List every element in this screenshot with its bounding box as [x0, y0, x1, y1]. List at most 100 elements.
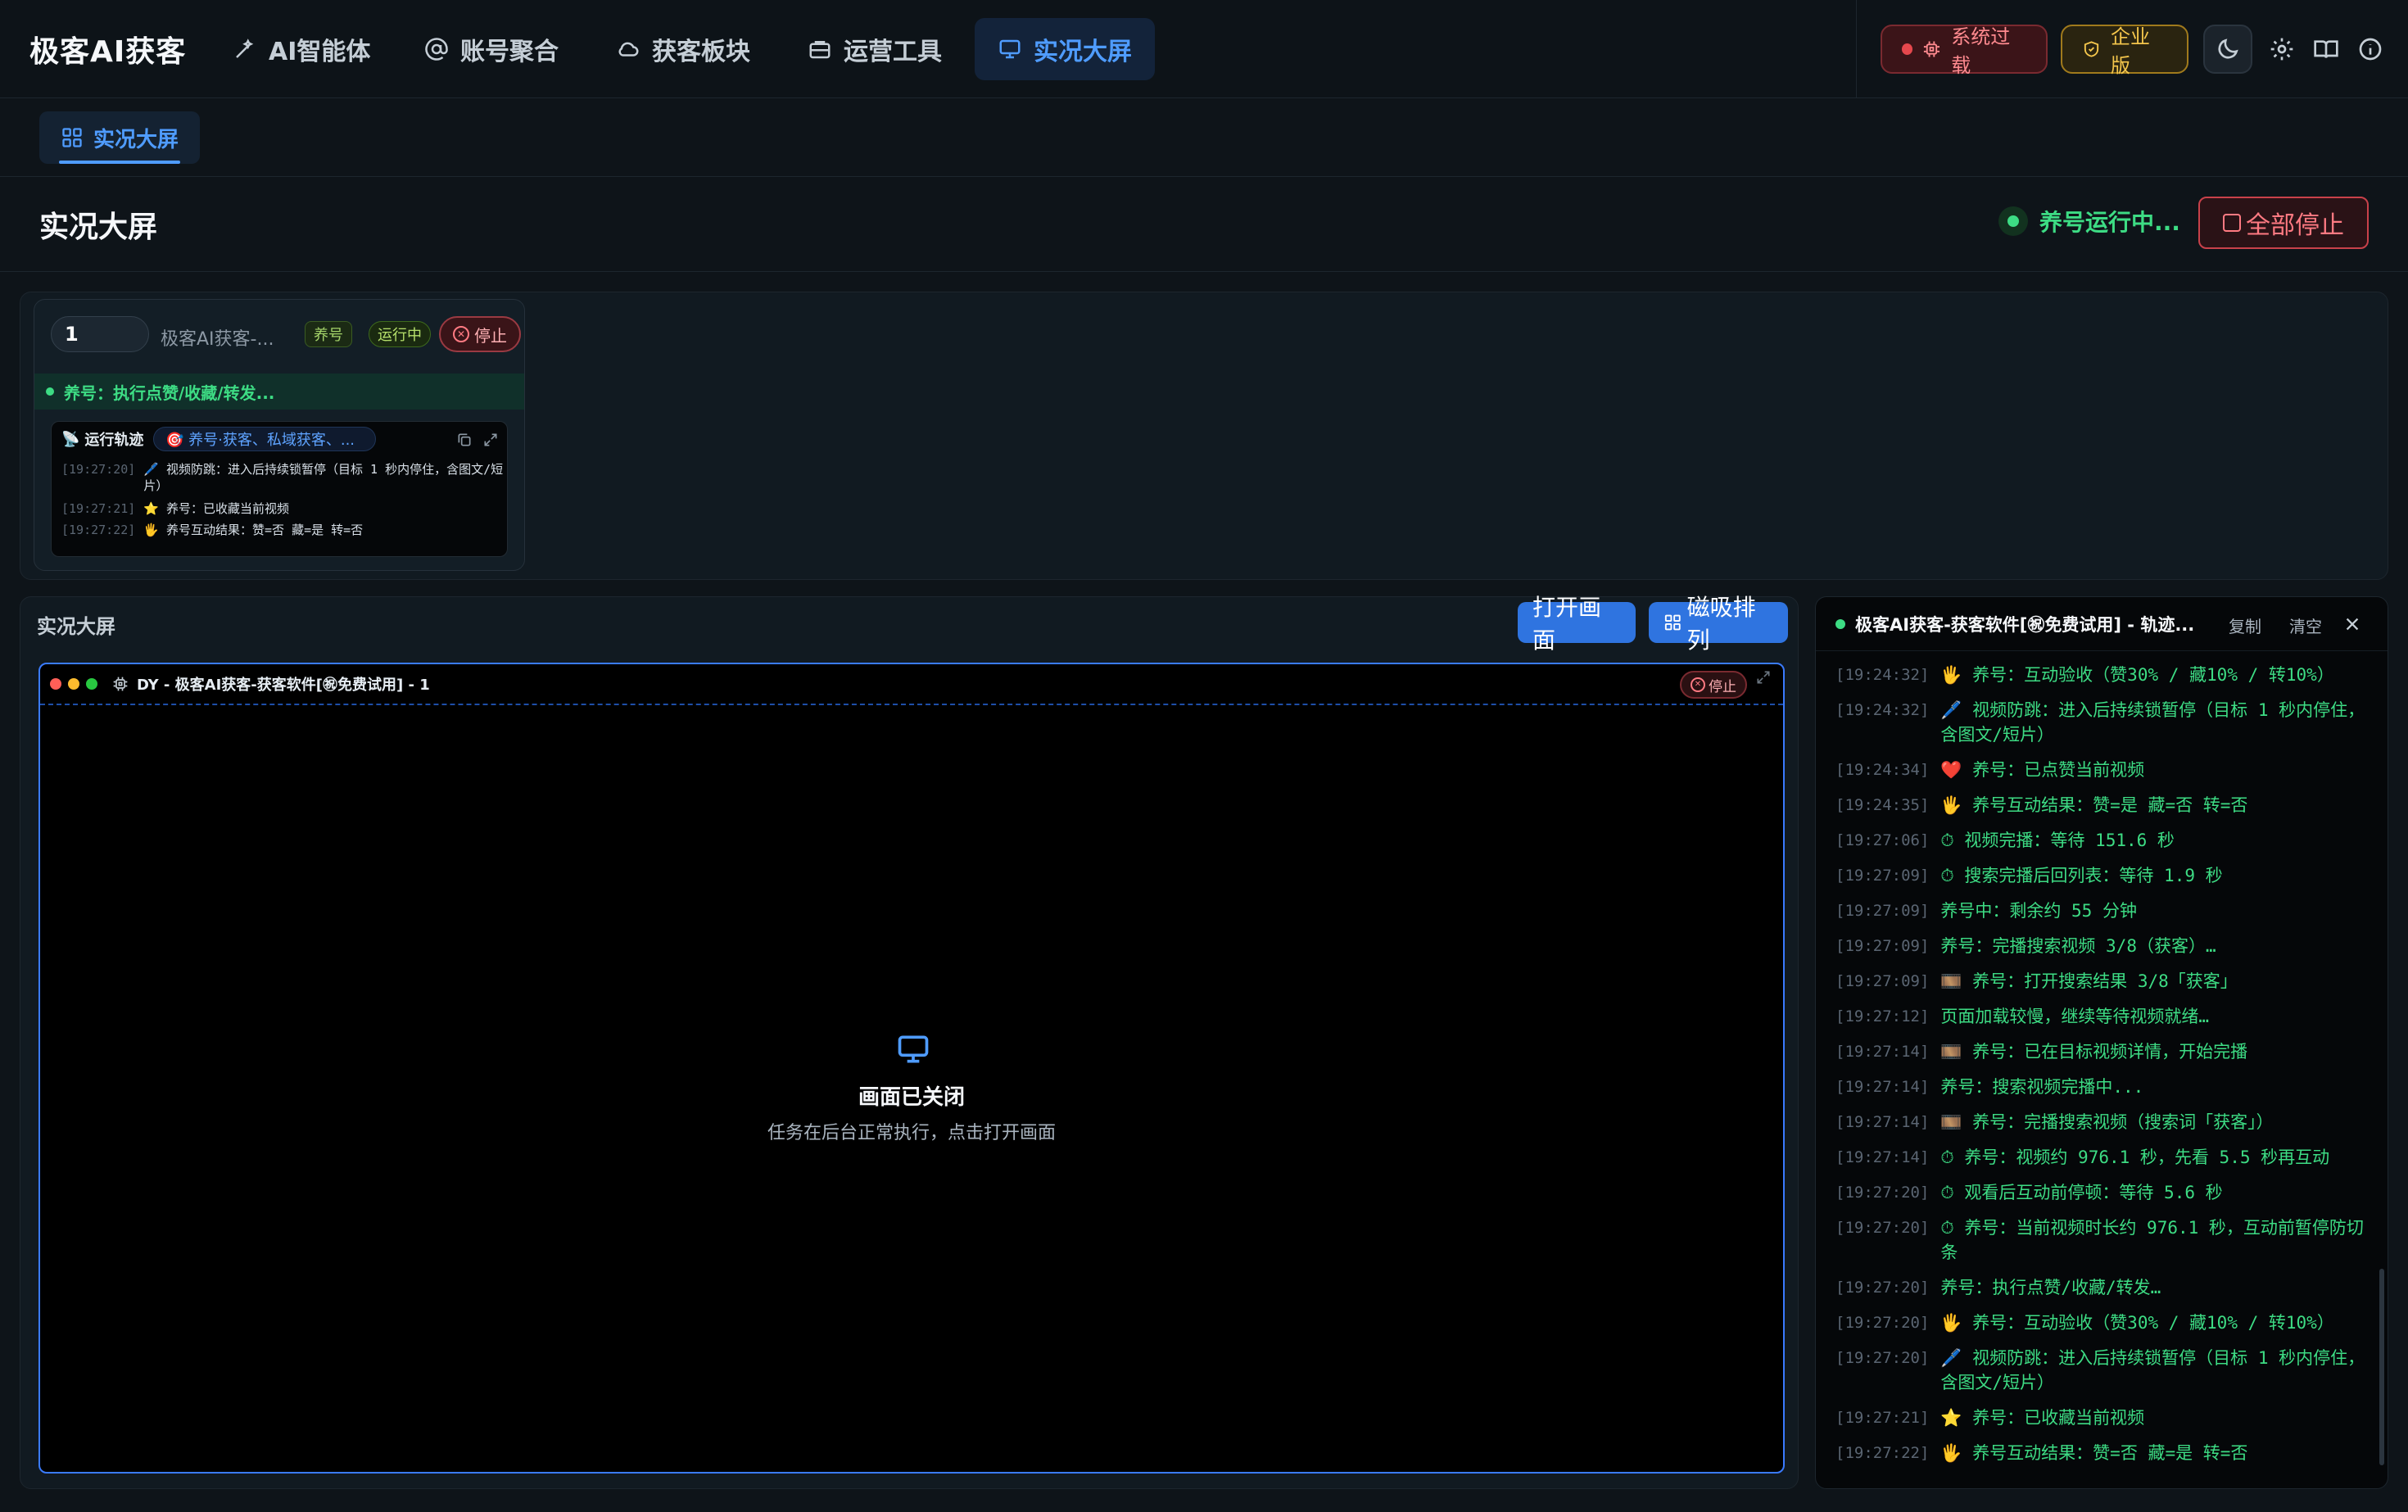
mode-tag: 养号 [305, 321, 352, 347]
log-message: 养号中：剩余约 55 分钟 [1940, 901, 2137, 921]
log-title: 极客AI获客-获客软件[㊗免费试用] - 轨迹... [1855, 614, 2195, 635]
screen-stop-button[interactable]: ✕ 停止 [1680, 671, 1747, 699]
log-timestamp: [19:27:09] [1835, 937, 1930, 955]
account-number-input[interactable]: 1 [51, 316, 149, 352]
chip-icon [113, 677, 128, 691]
log-line: [19:24:35] 🖐️ 养号互动结果：赞=是 藏=否 转=否 [1835, 793, 2376, 817]
log-line: [19:27:14] 养号：搜索视频完播中... [1835, 1075, 2376, 1099]
wand-icon [236, 38, 254, 58]
log-timestamp: [19:27:14] [1835, 1043, 1930, 1061]
close-circle-icon: ✕ [453, 326, 469, 342]
log-message: 🖐️ 养号互动结果：赞=是 藏=否 转=否 [1940, 795, 2248, 815]
nav-item-label: 获客板块 [652, 38, 750, 66]
log-message: 🎞️ 养号：已在目标视频详情，开始完播 [1940, 1042, 2248, 1062]
log-copy-button[interactable]: 复制 [2229, 613, 2261, 637]
account-card[interactable]: 1 极客AI获客-... 养号 运行中 ✕ 停止 养号：执行点赞/收藏/转发..… [34, 299, 525, 571]
stop-all-label: 全部停止 [2246, 211, 2344, 240]
cloud-icon [618, 42, 639, 57]
info-button[interactable] [2346, 25, 2395, 74]
log-timestamp: [19:27:09] [1835, 867, 1930, 885]
log-timestamp: [19:24:35] [1835, 796, 1930, 814]
log-message: 🎞️ 养号：完播搜索视频（搜索词「获客」） [1940, 1112, 2274, 1132]
window-maximize-dot[interactable] [86, 678, 97, 690]
log-message: 页面加载较慢，继续等待视频就绪… [1940, 1007, 2210, 1026]
log-scrollbar[interactable] [2379, 1269, 2384, 1465]
window-close-dot[interactable] [50, 678, 61, 690]
window-minimize-dot[interactable] [68, 678, 79, 690]
moon-icon [2218, 38, 2238, 59]
log-timestamp: [19:24:32] [1835, 701, 1930, 719]
trail-header: 📡 运行轨迹 [61, 428, 143, 450]
chip-icon [1924, 41, 1940, 57]
nav-item-accounts[interactable]: 账号聚合 [401, 18, 582, 80]
edition-label: 企业版 [2111, 25, 2150, 77]
trail-panel: 📡 运行轨迹 🎯 养号·获客、私域获客、... [19:27:20] 🖊️ 视频… [51, 421, 508, 557]
log-timestamp: [19:27:20] [1835, 1184, 1930, 1202]
tab-live-screen[interactable]: 实况大屏 [39, 111, 201, 164]
log-line: [19:27:22] 🖐️ 养号互动结果：赞=否 藏=是 转=否 [1835, 1441, 2376, 1465]
log-timestamp: [19:27:20] [1835, 1279, 1930, 1297]
system-status-badge[interactable]: 系统过载 [1881, 25, 2048, 77]
stop-all-button[interactable]: 全部停止 [2198, 197, 2369, 249]
nav-item-label: 实况大屏 [1034, 38, 1132, 66]
state-tag: 运行中 [369, 321, 431, 347]
brand-logo[interactable]: 极客AI获客 [29, 28, 186, 70]
snap-arrange-label: 磁吸排列 [1686, 594, 1756, 654]
screen-window[interactable]: DY - 极客AI获客-获客软件[㊗免费试用] - 1 ✕ 停止 画面已关闭 任… [38, 663, 1785, 1474]
page-title: 实况大屏 [39, 211, 158, 244]
trail-line: [19:27:22] 🖐️ 养号互动结果：赞=否 藏=是 转=否 [61, 523, 364, 537]
log-line: [19:27:09] 养号：完播搜索视频 3/8（获客）… [1835, 934, 2376, 958]
log-timestamp: [19:27:14] [1835, 1148, 1930, 1166]
nav-item-label: 账号聚合 [460, 38, 559, 66]
copy-icon[interactable] [456, 432, 473, 448]
log-timestamp: [19:27:09] [1835, 972, 1930, 990]
sub-tab-bar: 实况大屏 [0, 98, 2408, 177]
log-message: 🖐️ 养号：互动验收（赞30% / 藏10% / 转10%） [1940, 665, 2334, 685]
log-line: [19:27:09] 🎞️ 养号：打开搜索结果 3/8「获客」 [1835, 969, 2376, 994]
expand-icon[interactable] [482, 432, 499, 448]
log-timestamp: [19:24:34] [1835, 761, 1930, 779]
grid-icon [62, 128, 82, 147]
log-clear-button[interactable]: 清空 [2289, 613, 2322, 637]
trail-label: 运行轨迹 [84, 432, 144, 449]
log-timestamp: [19:27:22] [1835, 1444, 1930, 1462]
status-text: 养号：执行点赞/收藏/转发... [64, 383, 275, 403]
account-name: 极客AI获客-... [161, 329, 274, 350]
top-nav: 极客AI获客 AI智能体 账号聚合 获客板块 运营工具 实况大屏 系统过载 企业… [0, 0, 2408, 98]
account-stop-button[interactable]: ✕ 停止 [439, 316, 521, 352]
log-line: [19:27:21] ⭐ 养号：已收藏当前视频 [1835, 1406, 2376, 1430]
monitor-icon [999, 39, 1021, 59]
log-line: [19:27:09] ⏱ 搜索完播后回列表：等待 1.9 秒 [1835, 863, 2376, 888]
page-header: 实况大屏 养号运行中... 全部停止 [0, 177, 2408, 272]
expand-icon[interactable] [1755, 669, 1772, 686]
log-message: ❤️ 养号：已点赞当前视频 [1940, 760, 2145, 780]
log-line: [19:27:09] 养号中：剩余约 55 分钟 [1835, 899, 2376, 923]
edition-badge[interactable]: 企业版 [2061, 25, 2188, 77]
close-icon[interactable] [2343, 615, 2361, 633]
nav-item-ai-agent[interactable]: AI智能体 [210, 18, 393, 80]
close-circle-icon: ✕ [1691, 677, 1705, 692]
screen-title: DY - 极客AI获客-获客软件[㊗免费试用] - 1 [137, 677, 430, 694]
snap-arrange-button[interactable]: 磁吸排列 [1649, 594, 1788, 654]
nav-item-live-screen[interactable]: 实况大屏 [975, 18, 1155, 80]
log-message: 养号：完播搜索视频 3/8（获客）… [1940, 936, 2216, 956]
log-timestamp: [19:27:20] [1835, 1219, 1930, 1237]
docs-button[interactable] [2302, 25, 2351, 74]
at-sign-icon [425, 38, 448, 61]
log-message: 养号：搜索视频完播中... [1940, 1077, 2144, 1097]
nav-item-ops-tools[interactable]: 运营工具 [785, 18, 965, 80]
log-line: [19:24:34] ❤️ 养号：已点赞当前视频 [1835, 758, 2376, 782]
theme-toggle-button[interactable] [2203, 25, 2252, 74]
live-screen-panel: 实况大屏 打开画面 磁吸排列 DY - 极客AI获客-获客软件[㊗免费试用] -… [20, 594, 1799, 1489]
nav-item-label: 运营工具 [844, 38, 942, 66]
log-line: [19:27:06] ⏱ 视频完播：等待 151.6 秒 [1835, 828, 2376, 853]
log-line: [19:27:20] 养号：执行点赞/收藏/转发… [1835, 1275, 2376, 1300]
settings-button[interactable] [2257, 25, 2306, 74]
open-screen-button[interactable]: 打开画面 [1518, 594, 1636, 654]
screen-stop-label: 停止 [1709, 678, 1736, 695]
log-line: [19:27:20] 🖊️ 视频防跳：进入后持续锁暂停（目标 1 秒内停住，含图文… [1835, 1346, 2376, 1395]
nav-divider [1856, 0, 1857, 98]
trail-keyword-chip[interactable]: 🎯 养号·获客、私域获客、... [153, 427, 376, 451]
log-line: [19:24:32] 🖐️ 养号：互动验收（赞30% / 藏10% / 转10%） [1835, 663, 2376, 687]
nav-item-acquisition[interactable]: 获客板块 [593, 18, 773, 80]
